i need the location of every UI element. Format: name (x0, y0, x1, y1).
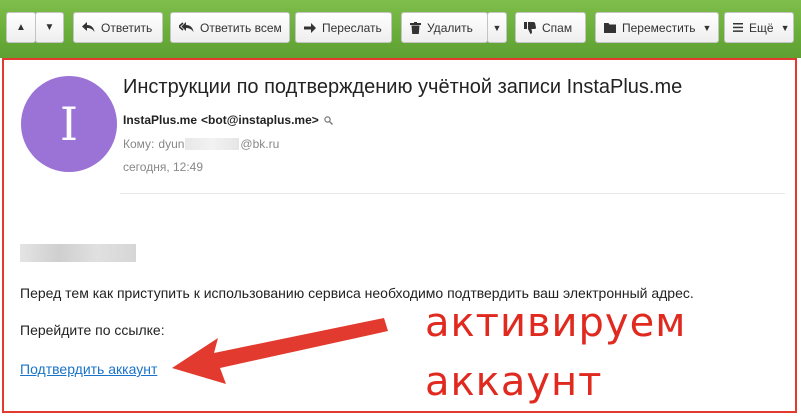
reply-label: Ответить (101, 20, 153, 35)
redacted-greeting (20, 244, 136, 262)
spam-button[interactable]: Спам (515, 12, 586, 43)
body-instruction: Перейдите по ссылке: (20, 322, 165, 338)
move-button[interactable]: Переместить ▼ (595, 12, 719, 43)
reply-all-icon (179, 22, 194, 33)
prev-message-button[interactable]: ▲ (6, 12, 36, 43)
annotation-text-line2: аккаунт (425, 359, 603, 405)
arrow-down-icon: ▼ (44, 22, 55, 33)
reply-button[interactable]: Ответить (73, 12, 163, 43)
more-button[interactable]: Ещё ▼ (724, 12, 794, 43)
forward-button[interactable]: Переслать (295, 12, 392, 43)
chevron-down-icon: ▼ (780, 22, 790, 33)
forward-icon (304, 22, 316, 33)
delete-label: Удалить (427, 20, 473, 35)
message-highlight-frame (2, 58, 797, 413)
confirm-account-link[interactable]: Подтвердить аккаунт (20, 361, 157, 377)
message-subject: Инструкции по подтверждению учётной запи… (123, 76, 683, 98)
arrow-up-icon: ▲ (16, 22, 26, 33)
menu-icon (733, 23, 743, 32)
redacted-blur (185, 138, 240, 150)
message-date: сегодня, 12:49 (123, 160, 204, 174)
chevron-down-icon: ▼ (702, 22, 712, 33)
reply-icon (82, 22, 95, 33)
more-label: Ещё (749, 20, 774, 35)
recipient-label: Кому: (123, 137, 155, 151)
forward-label: Переслать (322, 20, 382, 35)
next-message-button[interactable]: ▼ (35, 12, 64, 43)
reply-all-label: Ответить всем (200, 20, 282, 35)
thumbs-down-icon (524, 21, 536, 34)
recipient-line: Кому: dyun @bk.ru (123, 137, 279, 151)
avatar-letter: I (59, 97, 79, 151)
annotation-text-line1: активируем (425, 300, 687, 346)
search-icon[interactable] (324, 115, 333, 125)
delete-button[interactable]: Удалить (401, 12, 488, 43)
delete-options-button[interactable]: ▼ (487, 12, 507, 43)
trash-icon (410, 21, 421, 34)
recipient-prefix[interactable]: dyun (158, 137, 184, 151)
spam-label: Спам (542, 20, 573, 35)
sender-name[interactable]: InstaPlus.me (123, 113, 197, 127)
sender-avatar: I (21, 76, 117, 172)
body-paragraph: Перед тем как приступить к использованию… (20, 285, 694, 301)
reply-all-button[interactable]: Ответить всем (170, 12, 290, 43)
sender-email[interactable]: <bot@instaplus.me> (201, 113, 319, 127)
sender-line: InstaPlus.me <bot@instaplus.me> (123, 113, 333, 127)
chevron-down-icon: ▼ (492, 22, 502, 33)
header-divider (120, 193, 785, 194)
message-toolbar: ▲ ▼ Ответить Ответить всем Переслать Уда… (0, 0, 801, 58)
move-label: Переместить (622, 20, 696, 35)
folder-icon (604, 22, 616, 33)
recipient-suffix[interactable]: @bk.ru (240, 137, 279, 151)
